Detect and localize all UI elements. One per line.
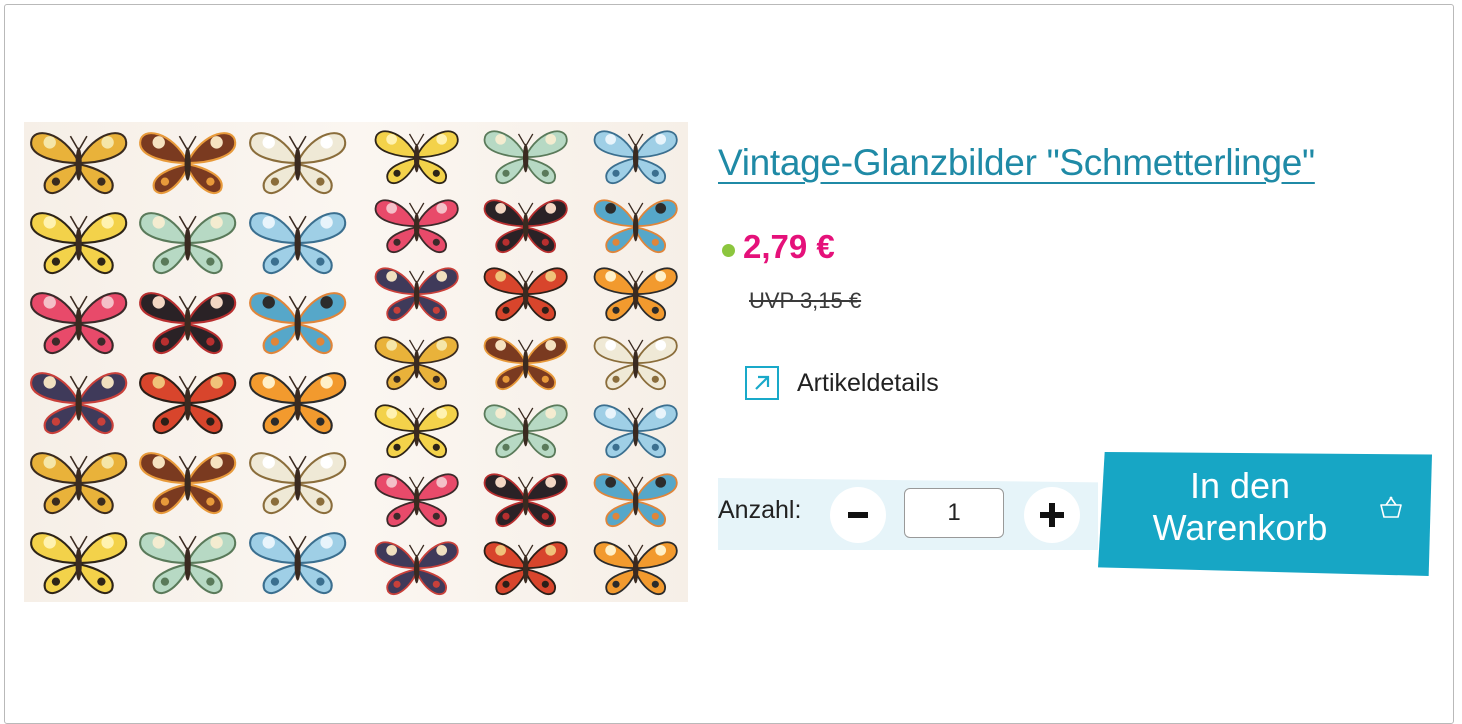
butterfly-illustration [474,468,577,531]
butterfly-illustration [365,536,468,599]
quantity-label: Anzahl: [718,496,802,524]
butterfly-illustration [136,525,239,599]
product-title[interactable]: Vintage-Glanzbilder "Schmetterlinge" [718,142,1315,184]
butterfly-illustration [474,262,577,325]
butterfly-illustration [27,285,130,359]
details-label: Artikeldetails [797,368,939,397]
quantity-input[interactable] [904,488,1004,538]
butterfly-illustration [136,205,239,279]
butterfly-illustration [584,331,687,394]
butterfly-illustration [136,365,239,439]
butterfly-illustration [136,285,239,359]
butterfly-illustration [365,399,468,462]
butterfly-illustration [584,262,687,325]
butterfly-illustration [136,445,239,519]
butterfly-illustration [474,331,577,394]
butterfly-illustration [246,525,349,599]
butterfly-illustration [474,536,577,599]
plus-icon [1040,503,1064,527]
details-link[interactable]: Artikeldetails [745,366,939,400]
butterfly-illustration [27,205,130,279]
uvp-price: UVP 3,15 € [749,288,862,313]
butterfly-illustration [474,194,577,257]
butterfly-illustration [246,285,349,359]
availability-dot-icon [722,243,735,257]
butterfly-illustration [365,125,468,188]
butterfly-illustration [365,331,468,394]
butterfly-illustration [246,205,349,279]
butterfly-illustration [246,125,349,199]
butterfly-illustration [246,365,349,439]
butterfly-illustration [27,125,130,199]
butterfly-illustration [584,536,687,599]
image-sheet-left [24,122,352,602]
butterfly-illustration [474,399,577,462]
butterfly-illustration [584,399,687,462]
butterfly-illustration [27,365,130,439]
external-arrow-icon [745,366,779,400]
butterfly-illustration [246,445,349,519]
butterfly-illustration [584,194,687,257]
add-to-cart-button[interactable] [1098,452,1432,576]
butterfly-illustration [365,468,468,531]
quantity-increase-button[interactable] [1024,487,1080,543]
minus-icon [848,512,868,518]
butterfly-illustration [27,445,130,519]
butterfly-illustration [365,194,468,257]
butterfly-illustration [365,262,468,325]
butterfly-illustration [584,125,687,188]
price: 2,79 € [743,228,835,265]
butterfly-illustration [474,125,577,188]
butterfly-illustration [136,125,239,199]
product-image[interactable] [24,122,688,602]
butterfly-illustration [27,525,130,599]
price-row: 2,79 € [722,228,835,266]
butterfly-illustration [584,468,687,531]
image-sheet-right [362,122,688,602]
quantity-decrease-button[interactable] [830,487,886,543]
